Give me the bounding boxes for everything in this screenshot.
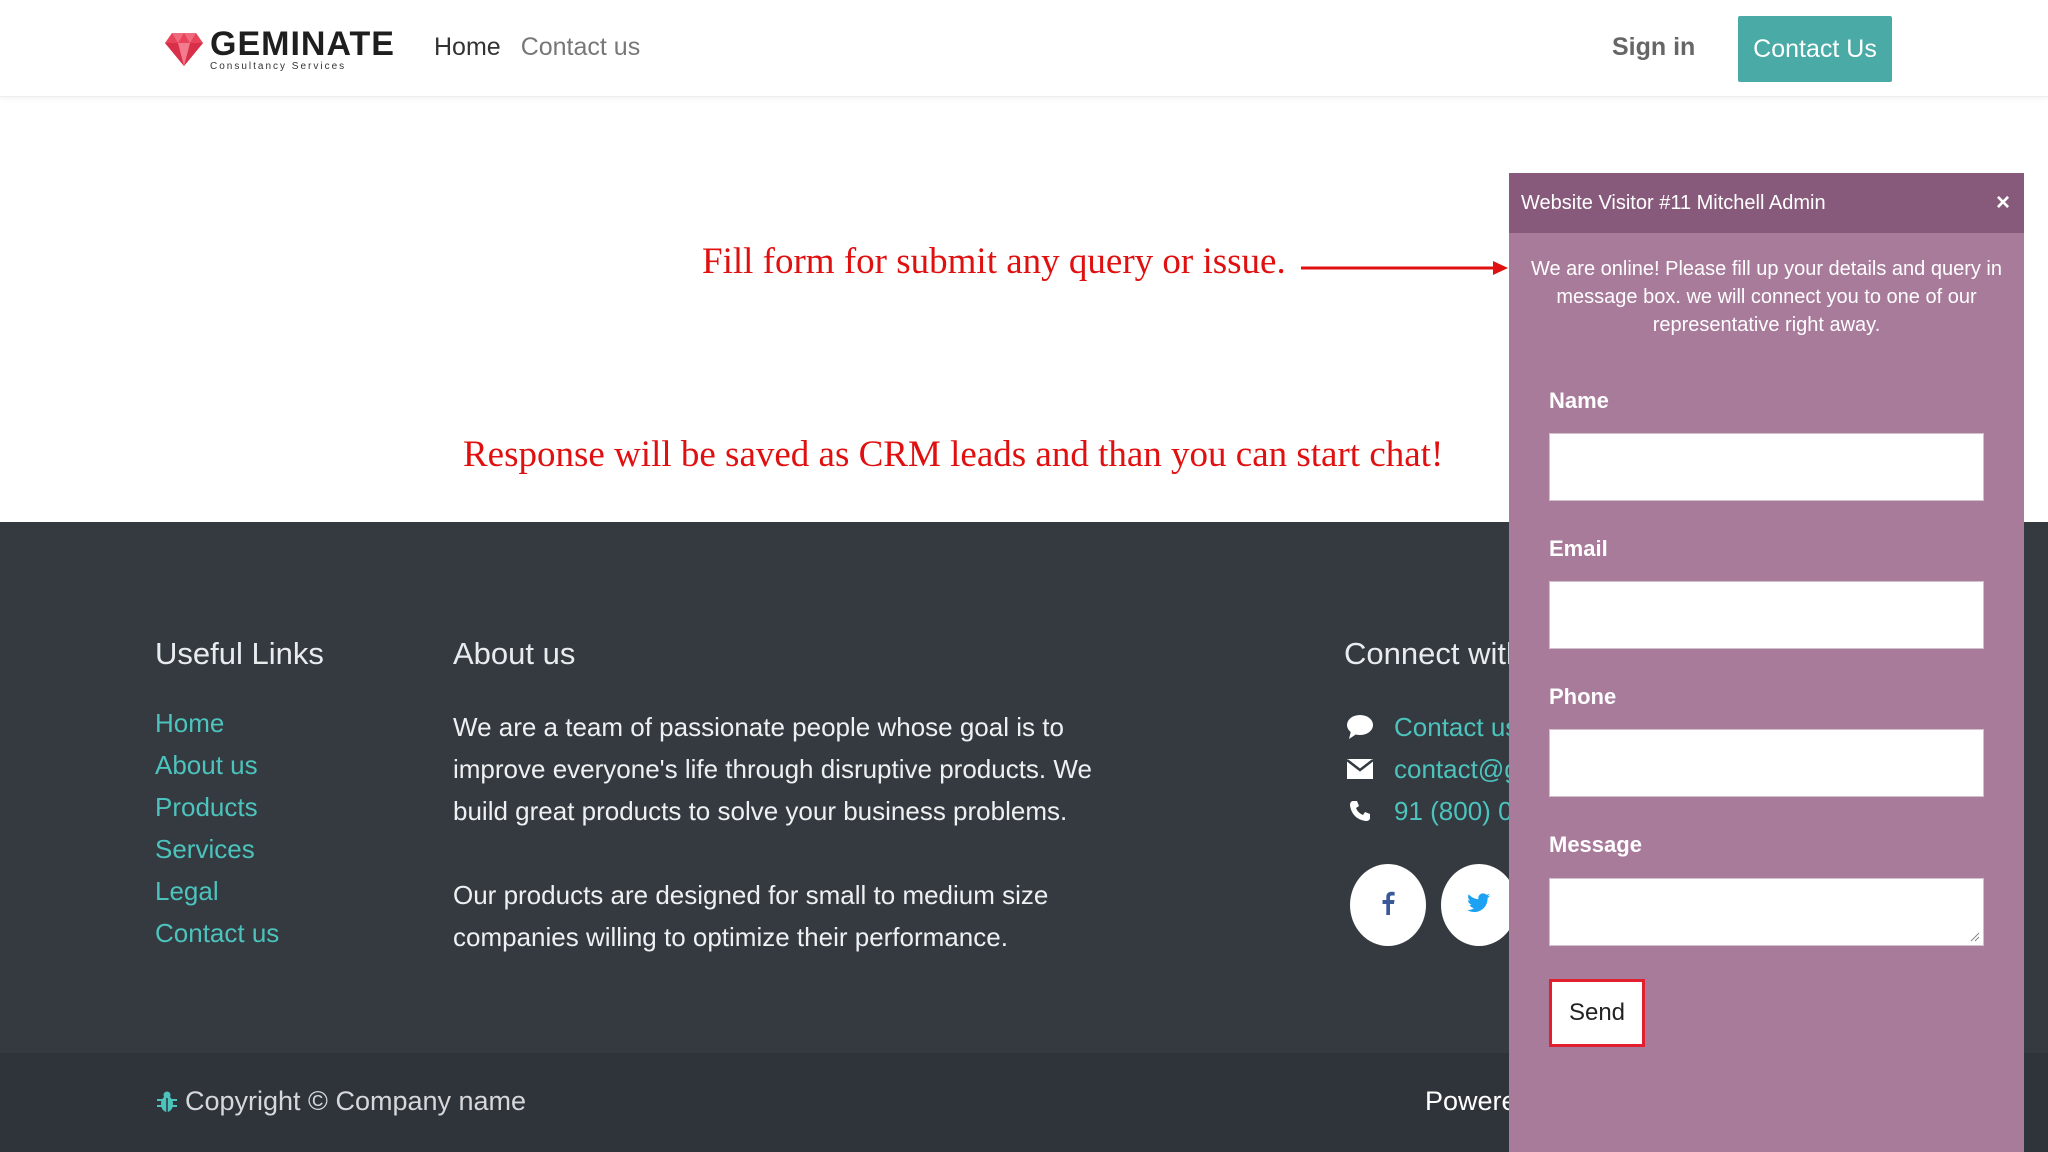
contact-phone[interactable]: 91 (800) 0 bbox=[1394, 796, 1513, 827]
email-field[interactable] bbox=[1549, 581, 1984, 649]
twitter-button[interactable] bbox=[1441, 864, 1517, 946]
bug-icon bbox=[155, 1090, 179, 1114]
footer-link-home[interactable]: Home bbox=[155, 706, 279, 748]
message-textarea[interactable] bbox=[1549, 878, 1984, 946]
chat-title: Website Visitor #11 Mitchell Admin bbox=[1521, 191, 1826, 214]
annotation-crm-leads: Response will be saved as CRM leads and … bbox=[463, 434, 1444, 475]
resize-handle-icon[interactable] bbox=[1970, 932, 1980, 942]
about-paragraph: We are a team of passionate people whose… bbox=[453, 712, 1092, 826]
phone-icon bbox=[1344, 797, 1376, 825]
chat-intro-text: We are online! Please fill up your detai… bbox=[1530, 258, 2002, 336]
gem-icon bbox=[165, 33, 203, 66]
contact-us-button[interactable]: Contact Us bbox=[1738, 16, 1892, 82]
logo-subtext: Consultancy Services bbox=[210, 60, 347, 72]
chat-header: Website Visitor #11 Mitchell Admin × bbox=[1509, 173, 2024, 233]
about-paragraph: Our products are designed for small to m… bbox=[453, 880, 1049, 952]
nav-item-home[interactable]: Home bbox=[434, 33, 501, 62]
facebook-icon bbox=[1381, 891, 1395, 920]
footer-link-products[interactable]: Products bbox=[155, 790, 279, 832]
name-field[interactable] bbox=[1549, 433, 1984, 501]
annotation-fill-form: Fill form for submit any query or issue. bbox=[702, 241, 1286, 282]
useful-links-title: Useful Links bbox=[155, 636, 324, 671]
contact-email[interactable]: contact@g bbox=[1394, 754, 1519, 785]
footer-link-contact-us[interactable]: Contact us bbox=[155, 916, 279, 958]
email-label: Email bbox=[1549, 536, 1608, 561]
close-icon[interactable]: × bbox=[1996, 189, 2010, 217]
live-chat-window: Website Visitor #11 Mitchell Admin × We … bbox=[1509, 173, 2024, 1152]
useful-links-list: Home About us Products Services Legal Co… bbox=[155, 706, 279, 958]
footer-link-legal[interactable]: Legal bbox=[155, 874, 279, 916]
envelope-icon bbox=[1344, 755, 1376, 783]
contact-link[interactable]: Contact us bbox=[1394, 712, 1518, 743]
nav-item-contact-us[interactable]: Contact us bbox=[521, 33, 641, 62]
message-label: Message bbox=[1549, 832, 1642, 857]
copyright-text: Copyright © Company name bbox=[185, 1086, 527, 1116]
connect-title: Connect with bbox=[1344, 636, 1524, 671]
contact-row[interactable]: contact@g bbox=[1344, 748, 1519, 790]
phone-label: Phone bbox=[1549, 684, 1617, 709]
site-header: GEMINATE Consultancy Services Home Conta… bbox=[0, 0, 2048, 97]
powered-by-text: Powere bbox=[1425, 1086, 1517, 1116]
twitter-icon bbox=[1467, 892, 1491, 918]
logo-text: GEMINATE bbox=[210, 24, 395, 63]
facebook-button[interactable] bbox=[1350, 864, 1426, 946]
contact-row[interactable]: 91 (800) 0 bbox=[1344, 790, 1519, 832]
about-us-text: We are a team of passionate people whose… bbox=[453, 706, 1153, 1000]
sign-in-link[interactable]: Sign in bbox=[1612, 33, 1695, 62]
arrow-right-icon bbox=[1301, 261, 1508, 275]
contact-row[interactable]: Contact us bbox=[1344, 706, 1519, 748]
footer-link-services[interactable]: Services bbox=[155, 832, 279, 874]
copyright: Copyright © Company name bbox=[155, 1086, 526, 1117]
site-logo[interactable]: GEMINATE Consultancy Services bbox=[164, 26, 395, 72]
name-label: Name bbox=[1549, 388, 1609, 413]
about-us-title: About us bbox=[453, 636, 576, 671]
contact-list: Contact us contact@g 91 (800) 0 bbox=[1344, 706, 1519, 832]
send-button[interactable]: Send bbox=[1549, 979, 1645, 1047]
comment-icon bbox=[1344, 713, 1376, 741]
phone-field[interactable] bbox=[1549, 729, 1984, 797]
footer-link-about-us[interactable]: About us bbox=[155, 748, 279, 790]
main-nav: Home Contact us bbox=[434, 33, 640, 62]
